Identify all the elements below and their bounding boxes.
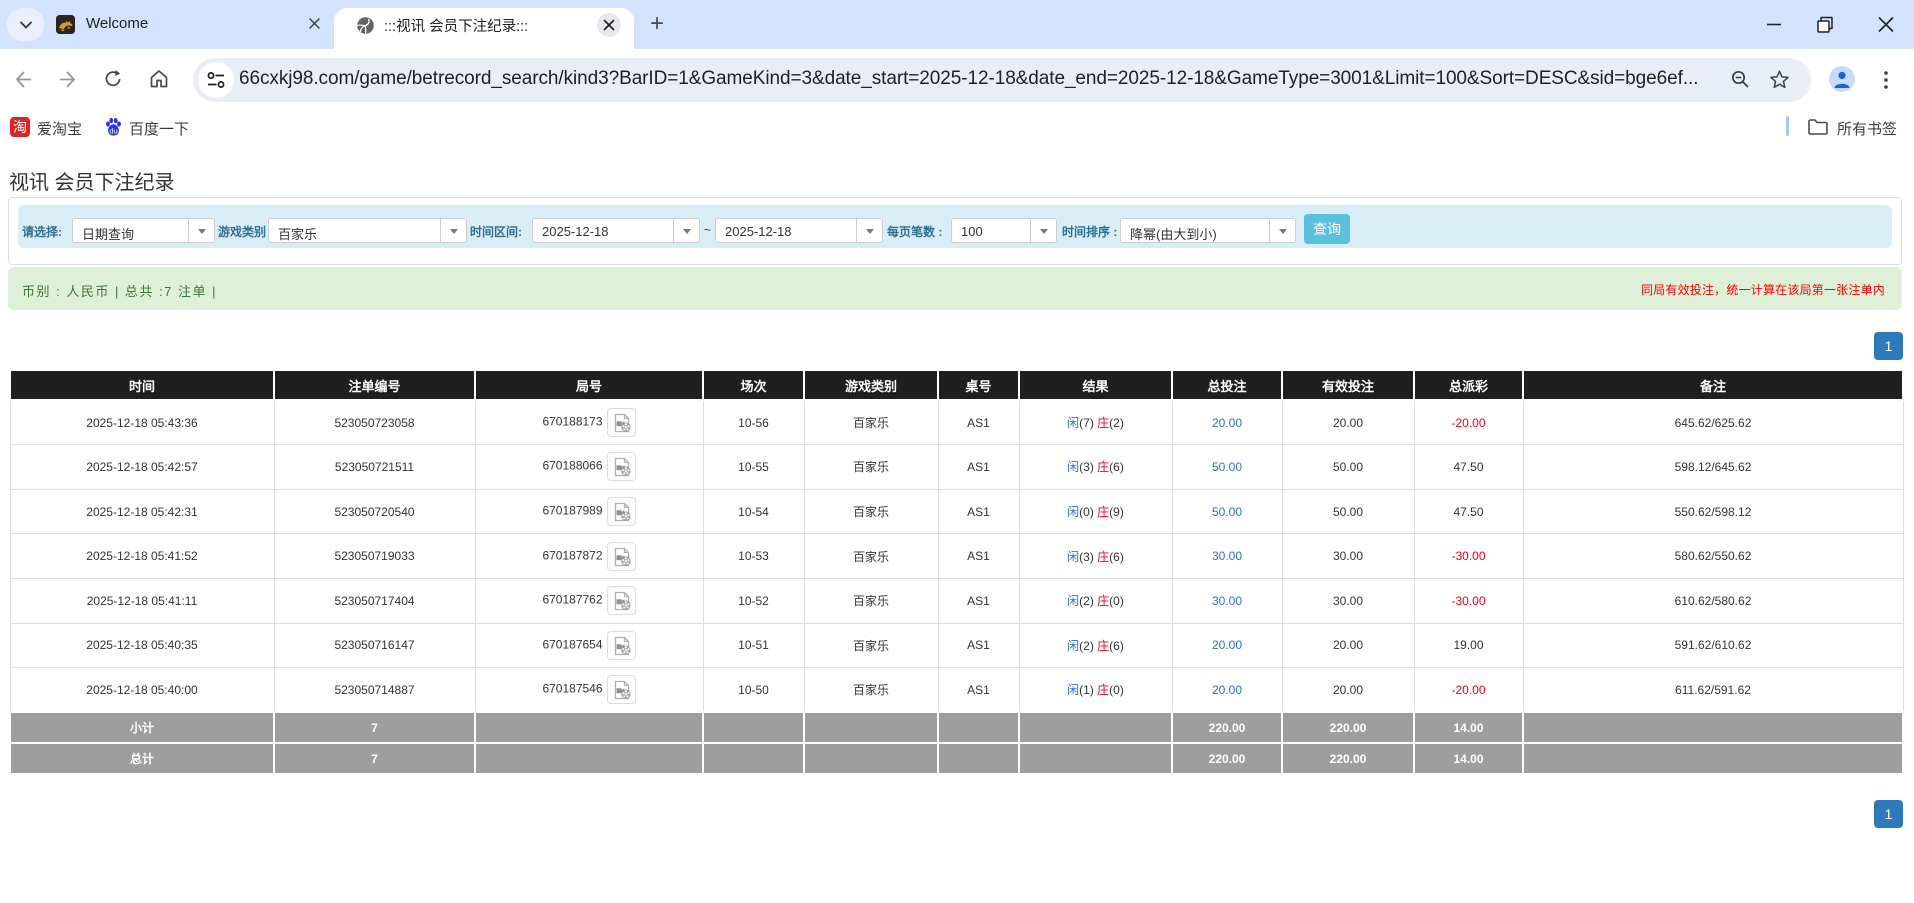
svg-text:du: du (109, 126, 117, 135)
